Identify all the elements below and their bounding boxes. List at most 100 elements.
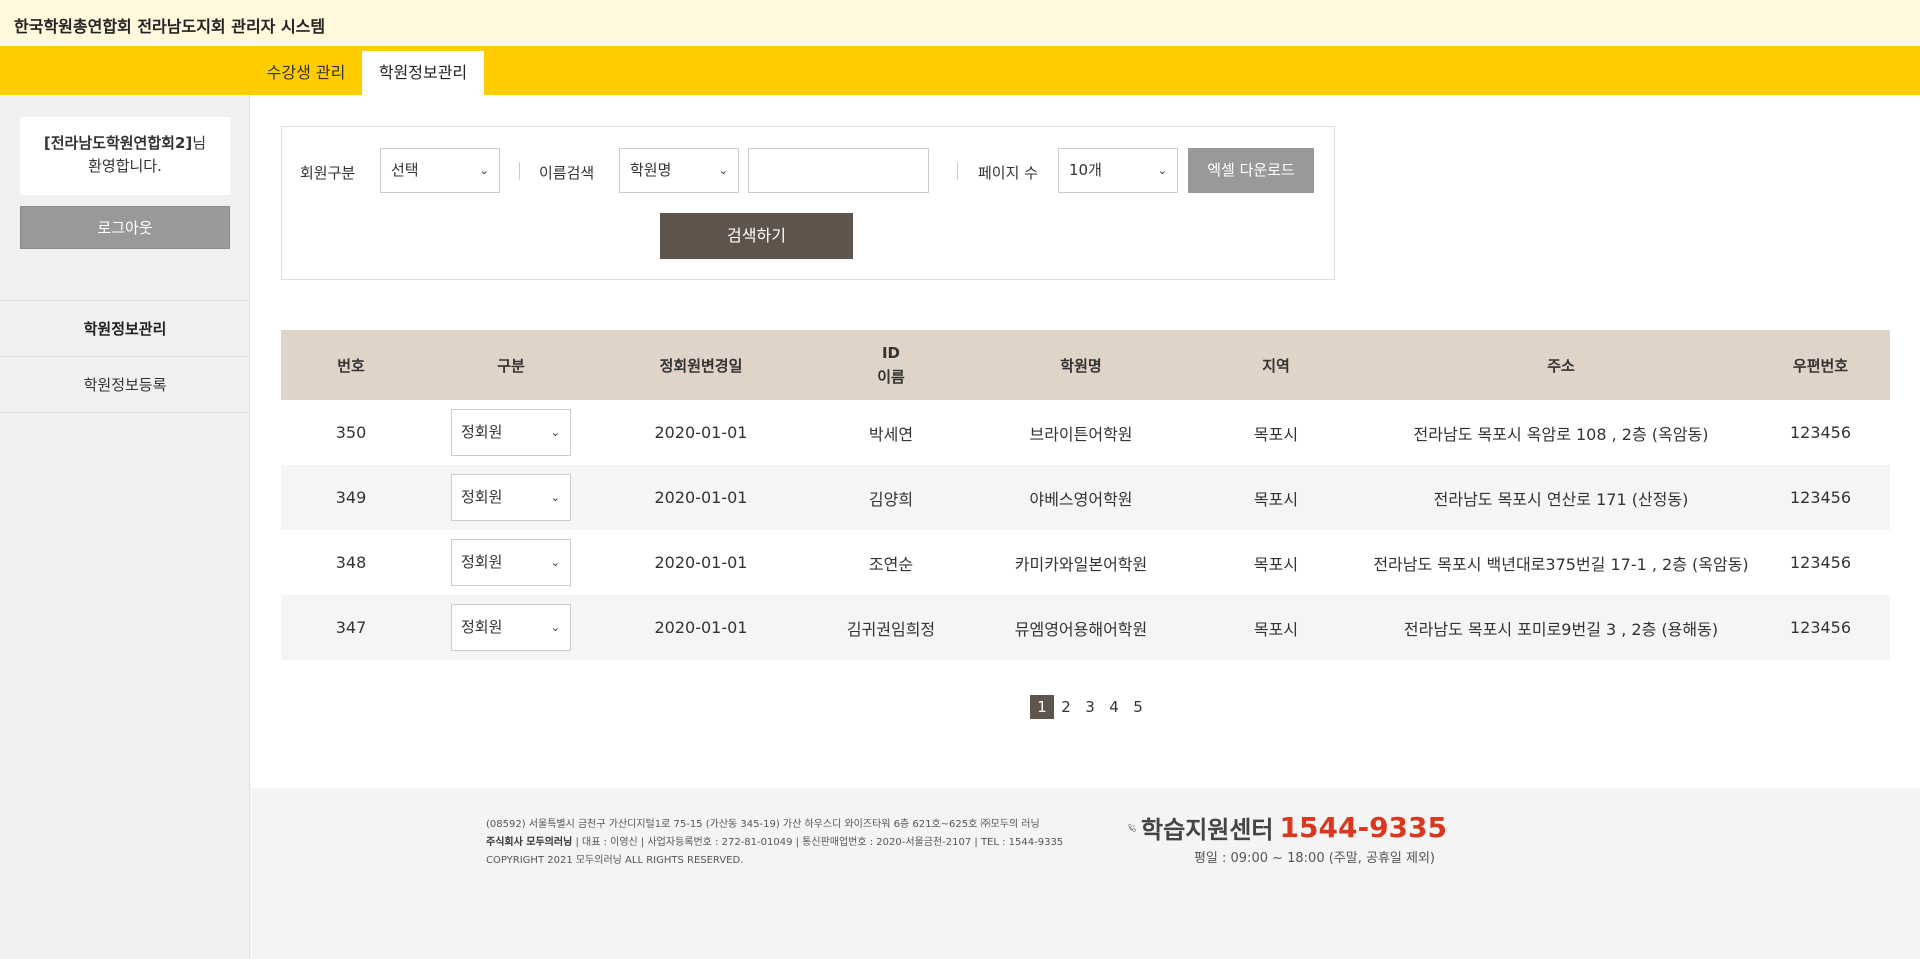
cell-person: 조연순 <box>868 554 914 574</box>
page-link-4[interactable]: 4 <box>1102 695 1126 719</box>
chevron-down-icon: ⌄ <box>1157 164 1167 177</box>
page-link-2[interactable]: 2 <box>1054 695 1078 719</box>
chevron-down-icon: ⌄ <box>550 426 560 439</box>
table-header: 번호 구분 정회원변경일 ID 이름 학원명 지역 주소 우편번호 <box>281 330 1890 400</box>
cell-type: 정회원 ⌄ <box>421 530 601 595</box>
sidebar: [전라남도학원연합회2]님 환영합니다. 로그아웃 학원정보관리 학원정보등록 <box>0 95 250 959</box>
col-header-address: 주소 <box>1547 356 1575 375</box>
cell-type: 정회원 ⌄ <box>421 465 601 530</box>
cell-no: 347 <box>335 618 367 637</box>
phone-icon <box>1128 823 1136 832</box>
main-nav: 수강생 관리 학원정보관리 <box>0 46 1920 95</box>
row-select-value: 정회원 <box>461 553 503 571</box>
cell-no: 348 <box>335 553 367 572</box>
col-header-id: ID <box>881 344 901 362</box>
academy-table: 번호 구분 정회원변경일 ID 이름 학원명 지역 주소 우편번호 350 정회… <box>281 330 1890 660</box>
cell-date: 2020-01-01 <box>654 488 748 507</box>
logout-button[interactable]: 로그아웃 <box>20 206 230 249</box>
cell-region: 목포시 <box>1253 489 1299 509</box>
keyword-input[interactable] <box>748 148 929 193</box>
cell-zip: 123456 <box>1789 423 1852 442</box>
cell-no: 349 <box>335 488 367 507</box>
support-center-head: 학습지원센터 1544-9335 <box>1127 810 1447 845</box>
footer-company-line: 주식회사 모두의러닝 | 대표 : 이영신 | 사업자등록번호 : 272-81… <box>486 834 1063 852</box>
excel-download-button[interactable]: 엑셀 다운로드 <box>1188 148 1314 193</box>
sidebar-item-academy-info[interactable]: 학원정보관리 <box>0 301 250 357</box>
cell-person: 김귀권임희정 <box>846 619 936 639</box>
cell-region: 목포시 <box>1253 554 1299 574</box>
search-panel: 회원구분 선택 ⌄ 이름검색 학원명 ⌄ 페이지 수 10개 ⌄ 엑셀 다운로드… <box>281 126 1335 280</box>
name-search-value: 학원명 <box>630 161 672 179</box>
pagination: 1 2 3 4 5 <box>1030 695 1150 719</box>
member-type-row-select[interactable]: 정회원 ⌄ <box>451 604 571 651</box>
footer-copyright: COPYRIGHT 2021 모두의러닝 ALL RIGHTS RESERVED… <box>486 855 744 866</box>
cell-address: 전라남도 목포시 연산로 171 (산정동) <box>1433 489 1689 509</box>
member-type-row-select[interactable]: 정회원 ⌄ <box>451 474 571 521</box>
chevron-down-icon: ⌄ <box>550 556 560 569</box>
cell-date: 2020-01-01 <box>654 618 748 637</box>
sidebar-menu: 학원정보관리 학원정보등록 <box>0 300 250 413</box>
member-type-row-select[interactable]: 정회원 ⌄ <box>451 539 571 586</box>
chevron-down-icon: ⌄ <box>550 621 560 634</box>
cell-region: 목포시 <box>1253 424 1299 444</box>
page-size-select[interactable]: 10개 ⌄ <box>1058 148 1178 193</box>
support-center: 학습지원센터 1544-9335 평일 : 09:00 ~ 18:00 (주말,… <box>1127 810 1447 866</box>
cell-region: 목포시 <box>1253 619 1299 639</box>
page-link-3[interactable]: 3 <box>1078 695 1102 719</box>
tab-student-management[interactable]: 수강생 관리 <box>250 51 362 95</box>
name-search-label: 이름검색 <box>539 164 595 182</box>
support-center-phone: 1544-9335 <box>1279 811 1447 844</box>
cell-zip: 123456 <box>1789 618 1852 637</box>
cell-zip: 123456 <box>1789 488 1852 507</box>
table-row: 348 정회원 ⌄ 2020-01-01 조연순 카미카와일본어학원 목포시 전… <box>281 530 1890 595</box>
cell-zip: 123456 <box>1789 553 1852 572</box>
cell-address: 전라남도 목포시 포미로9번길 3 , 2층 (용해동) <box>1403 619 1719 639</box>
cell-person: 박세연 <box>868 424 914 444</box>
cell-academy: 야베스영어학원 <box>1029 489 1133 509</box>
page-size-label: 페이지 수 <box>978 164 1038 182</box>
divider <box>957 162 958 180</box>
welcome-suffix: 님 <box>192 134 207 152</box>
top-bar: 한국학원총연합회 전라남도지회 관리자 시스템 <box>0 0 1920 46</box>
col-header-date: 정회원변경일 <box>659 356 743 375</box>
support-center-hours: 평일 : 09:00 ~ 18:00 (주말, 공휴일 제외) <box>1193 851 1435 866</box>
row-select-value: 정회원 <box>461 488 503 506</box>
col-header-name: 이름 <box>877 368 905 386</box>
page-link-5[interactable]: 5 <box>1126 695 1150 719</box>
col-header-id-name: ID 이름 <box>801 330 981 400</box>
welcome-text: 환영합니다. <box>88 157 162 175</box>
welcome-box: [전라남도학원연합회2]님 환영합니다. <box>20 117 230 195</box>
sidebar-item-academy-register[interactable]: 학원정보등록 <box>0 357 250 413</box>
col-header-zip: 우편번호 <box>1792 356 1849 375</box>
footer-registration: | 대표 : 이영신 | 사업자등록번호 : 272-81-01049 | 통신… <box>572 837 1064 848</box>
col-header-region: 지역 <box>1262 356 1290 375</box>
footer-company: 주식회사 모두의러닝 <box>486 837 573 848</box>
footer: (08592) 서울특별시 금천구 가산디지털1로 75-15 (가산동 345… <box>250 788 1920 959</box>
col-header-no: 번호 <box>337 356 365 375</box>
table-row: 350 정회원 ⌄ 2020-01-01 박세연 브라이튼어학원 목포시 전라남… <box>281 400 1890 465</box>
name-search-select[interactable]: 학원명 ⌄ <box>619 148 739 193</box>
member-type-value: 선택 <box>391 161 419 179</box>
cell-date: 2020-01-01 <box>654 423 748 442</box>
cell-type: 정회원 ⌄ <box>421 595 601 660</box>
chevron-down-icon: ⌄ <box>718 164 728 177</box>
divider <box>519 162 520 180</box>
table-row: 347 정회원 ⌄ 2020-01-01 김귀권임희정 뮤엠영어용해어학원 목포… <box>281 595 1890 660</box>
support-center-name: 학습지원센터 <box>1141 816 1274 844</box>
row-select-value: 정회원 <box>461 423 503 441</box>
member-type-row-select[interactable]: 정회원 ⌄ <box>451 409 571 456</box>
row-select-value: 정회원 <box>461 618 503 636</box>
page-size-value: 10개 <box>1069 161 1102 179</box>
search-button[interactable]: 검색하기 <box>660 213 853 259</box>
chevron-down-icon: ⌄ <box>479 164 489 177</box>
cell-academy: 뮤엠영어용해어학원 <box>1014 619 1148 639</box>
footer-info: (08592) 서울특별시 금천구 가산디지털1로 75-15 (가산동 345… <box>486 816 1063 870</box>
cell-type: 정회원 ⌄ <box>421 400 601 465</box>
page-link-1[interactable]: 1 <box>1030 695 1054 719</box>
cell-person: 김양희 <box>868 489 914 509</box>
member-type-select[interactable]: 선택 ⌄ <box>380 148 500 193</box>
footer-address: (08592) 서울특별시 금천구 가산디지털1로 75-15 (가산동 345… <box>486 819 1040 830</box>
tab-academy-info[interactable]: 학원정보관리 <box>362 51 484 95</box>
member-type-label: 회원구분 <box>300 164 356 182</box>
system-title: 한국학원총연합회 전라남도지회 관리자 시스템 <box>14 17 326 36</box>
